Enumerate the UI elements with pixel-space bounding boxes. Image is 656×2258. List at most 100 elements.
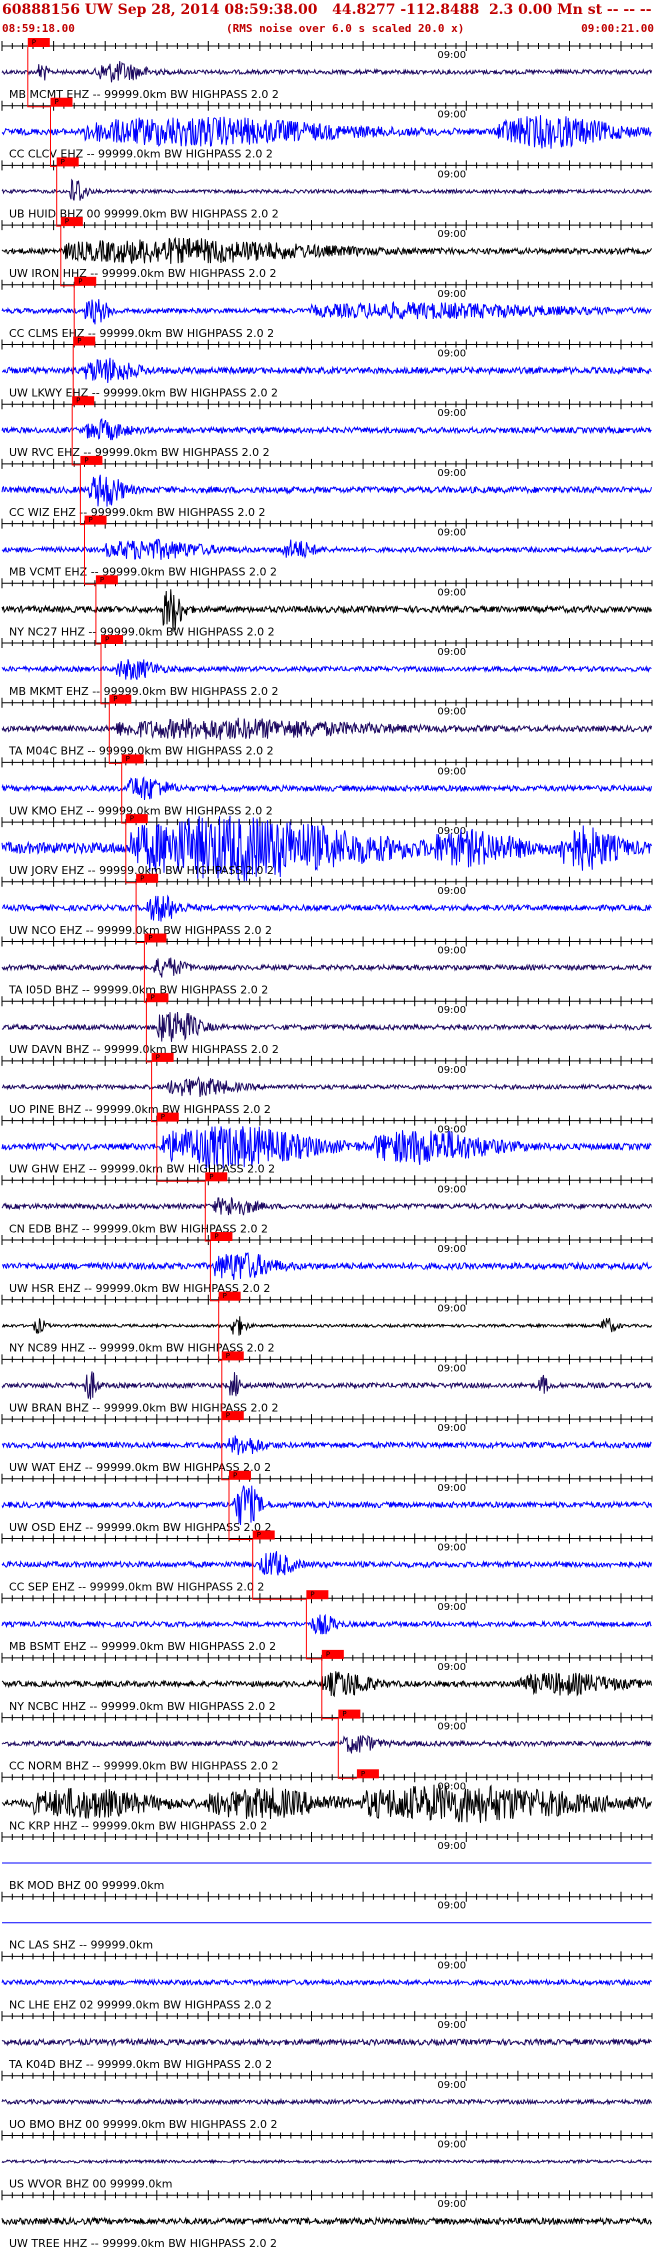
clock-label: 09:00 bbox=[437, 1841, 466, 1852]
trace-label: MB VCMT EHZ -- 99999.0km BW HIGHPASS 2.0… bbox=[9, 566, 277, 579]
trace-label: BK MOD BHZ 00 99999.0km bbox=[9, 1879, 164, 1892]
pick-marker: P bbox=[95, 575, 118, 585]
trace-19: 09:00CN EDB BHZ -- 99999.0km BW HIGHPASS… bbox=[1, 1172, 653, 1235]
clock-label: 09:00 bbox=[437, 2080, 466, 2091]
waveform bbox=[1, 1316, 652, 1336]
clock-label: 09:00 bbox=[437, 647, 466, 658]
pick-marker: P bbox=[321, 1649, 344, 1659]
pick-marker: P bbox=[60, 217, 83, 227]
trace-label: UO BMO BHZ 00 99999.0km BW HIGHPASS 2.0 … bbox=[9, 2118, 278, 2131]
pick-marker: P bbox=[109, 694, 132, 704]
pick-label: P bbox=[226, 1352, 230, 1360]
pick-label: P bbox=[148, 934, 152, 942]
trace-label: TA K04D BHZ -- 99999.0km BW HIGHPASS 2.0… bbox=[8, 2058, 272, 2071]
pick-label: P bbox=[342, 1710, 346, 1718]
waveform bbox=[1, 1613, 652, 1635]
clock-label: 09:00 bbox=[437, 2020, 466, 2031]
clock-label: 09:00 bbox=[437, 1543, 466, 1554]
clock-label: 09:00 bbox=[437, 110, 466, 121]
pick-label: P bbox=[32, 39, 36, 47]
trace-label: CC SEP EHZ -- 99999.0km BW HIGHPASS 2.0 … bbox=[9, 1581, 264, 1594]
pick-marker: P bbox=[156, 1112, 179, 1122]
pick-label: P bbox=[105, 636, 109, 644]
trace-29: 09:00 NC KRP HHZ -- 99999.0km BW HIGHPASS… bbox=[1, 1769, 653, 1832]
pick-marker: P bbox=[27, 38, 50, 47]
trace-label: CC CLMS EHZ -- 99999.0km BW HIGHPASS 2.0… bbox=[9, 327, 274, 340]
pick-marker: P bbox=[356, 1769, 379, 1779]
trace-31: 09:00 NC LAS SHZ -- 99999.0km bbox=[1, 1891, 653, 1952]
pick-label: P bbox=[161, 1113, 165, 1121]
pick-label: P bbox=[54, 98, 58, 106]
trace-label: NC LAS SHZ -- 99999.0km bbox=[9, 1939, 153, 1952]
trace-label: UW IRON HHZ -- 99999.0km BW HIGHPASS 2.0… bbox=[9, 267, 277, 280]
trace-34: 09:00 UO BMO BHZ 00 99999.0km BW HIGHPASS… bbox=[1, 2070, 653, 2131]
clock-label: 09:00 bbox=[437, 1244, 466, 1255]
waveform bbox=[1, 1978, 652, 1987]
trace-label: TA I05D BHZ -- 99999.0km BW HIGHPASS 2.0… bbox=[8, 984, 268, 997]
trace-label: NY NC27 HHZ -- 99999.0km BW HIGHPASS 2.0… bbox=[9, 625, 275, 638]
clock-label: 09:00 bbox=[437, 169, 466, 180]
trace-21: 09:00NY NC89 HHZ -- 99999.0km BW HIGHPAS… bbox=[1, 1291, 653, 1355]
trace-label: UW TREE HHZ -- 99999.0km BW HIGHPASS 2.0… bbox=[9, 2237, 277, 2250]
clock-label: 09:00 bbox=[437, 1722, 466, 1733]
trace-label: MB MCMT EHZ -- 99999.0km BW HIGHPASS 2.0… bbox=[9, 88, 279, 101]
trace-3: 09:00 UW IRON HHZ -- 99999.0km BW HIGHPAS… bbox=[1, 217, 653, 280]
waveform bbox=[1, 1371, 652, 1400]
clock-label: 09:00 bbox=[437, 1602, 466, 1613]
waveform bbox=[1, 1551, 652, 1576]
pick-marker: P bbox=[146, 993, 169, 1003]
trace-label: UW GHW EHZ -- 99999.0km BW HIGHPASS 2.0 … bbox=[9, 1163, 275, 1176]
trace-5: 09:00 UW LKWY EHZ -- 99999.0km BW HIGHPAS… bbox=[1, 336, 653, 400]
trace-7: 09:00 CC WIZ EHZ -- 99999.0km BW HIGHPASS… bbox=[1, 455, 653, 519]
start-time-label: 08:59:18.00 bbox=[2, 22, 75, 35]
pick-label: P bbox=[100, 576, 104, 584]
trace-label: NC KRP HHZ -- 99999.0km BW HIGHPASS 2.0 … bbox=[9, 1819, 267, 1832]
pick-label: P bbox=[223, 1292, 227, 1300]
trace-1: 09:00 CC CLCV EHZ -- 99999.0km BW HIGHPAS… bbox=[1, 97, 653, 161]
waveform bbox=[1, 894, 652, 922]
clock-label: 09:00 bbox=[437, 50, 466, 61]
trace-label: UB HUID BHZ 00 99999.0km BW HIGHPASS 2.0… bbox=[9, 207, 279, 220]
trace-35: 09:00 US WVOR BHZ 00 99999.0km bbox=[1, 2130, 653, 2191]
clock-label: 09:00 bbox=[437, 1423, 466, 1434]
trace-4: 09:00 CC CLMS EHZ -- 99999.0km BW HIGHPAS… bbox=[1, 276, 653, 340]
pick-marker: P bbox=[80, 455, 103, 465]
pick-label: P bbox=[233, 1471, 237, 1479]
pick-marker: P bbox=[136, 873, 159, 883]
pick-marker: P bbox=[56, 157, 79, 167]
pick-label: P bbox=[310, 1591, 314, 1599]
pick-label: P bbox=[113, 695, 117, 703]
trace-label: CC CLCV EHZ -- 99999.0km BW HIGHPASS 2.0… bbox=[9, 148, 273, 161]
trace-26: 09:00 MB BSMT EHZ -- 99999.0km BW HIGHPAS… bbox=[1, 1590, 653, 1653]
trace-label: MB MKMT EHZ -- 99999.0km BW HIGHPASS 2.0… bbox=[9, 685, 278, 698]
pick-label: P bbox=[77, 337, 81, 345]
pick-label: P bbox=[84, 456, 88, 464]
trace-14: 09:00 UW NCO EHZ -- 99999.0km BW HIGHPASS… bbox=[1, 873, 653, 937]
pick-marker: P bbox=[218, 1291, 241, 1301]
waveform bbox=[1, 299, 652, 325]
trace-label: NY NCBC HHZ -- 99999.0km BW HIGHPASS 2.0… bbox=[9, 1700, 276, 1713]
waveform bbox=[1, 474, 652, 507]
pick-marker: P bbox=[252, 1530, 275, 1540]
trace-label: US WVOR BHZ 00 99999.0km bbox=[9, 2178, 172, 2191]
pick-marker: P bbox=[205, 1172, 228, 1182]
waveform bbox=[1, 1435, 652, 1456]
pick-label: P bbox=[61, 158, 65, 166]
pick-marker: P bbox=[72, 396, 95, 406]
pick-label: P bbox=[78, 277, 82, 285]
pick-label: P bbox=[76, 397, 80, 405]
waveform bbox=[1, 2158, 652, 2165]
clock-label: 09:00 bbox=[437, 946, 466, 957]
waveform bbox=[1, 776, 652, 801]
clock-label: 09:00 bbox=[437, 1184, 466, 1195]
pick-marker: P bbox=[144, 933, 167, 943]
clock-label: 09:00 bbox=[437, 349, 466, 360]
pick-marker: P bbox=[306, 1590, 329, 1600]
trace-18: 09:00UW GHW EHZ -- 99999.0km BW HIGHPASS… bbox=[1, 1112, 653, 1176]
pick-label: P bbox=[214, 1233, 218, 1241]
pick-marker: P bbox=[84, 515, 107, 525]
waveform bbox=[1, 1783, 652, 1823]
pick-marker: P bbox=[101, 635, 124, 644]
trace-23: 09:00UW WAT EHZ -- 99999.0km BW HIGHPASS… bbox=[1, 1411, 653, 1474]
waveform bbox=[1, 1011, 652, 1042]
